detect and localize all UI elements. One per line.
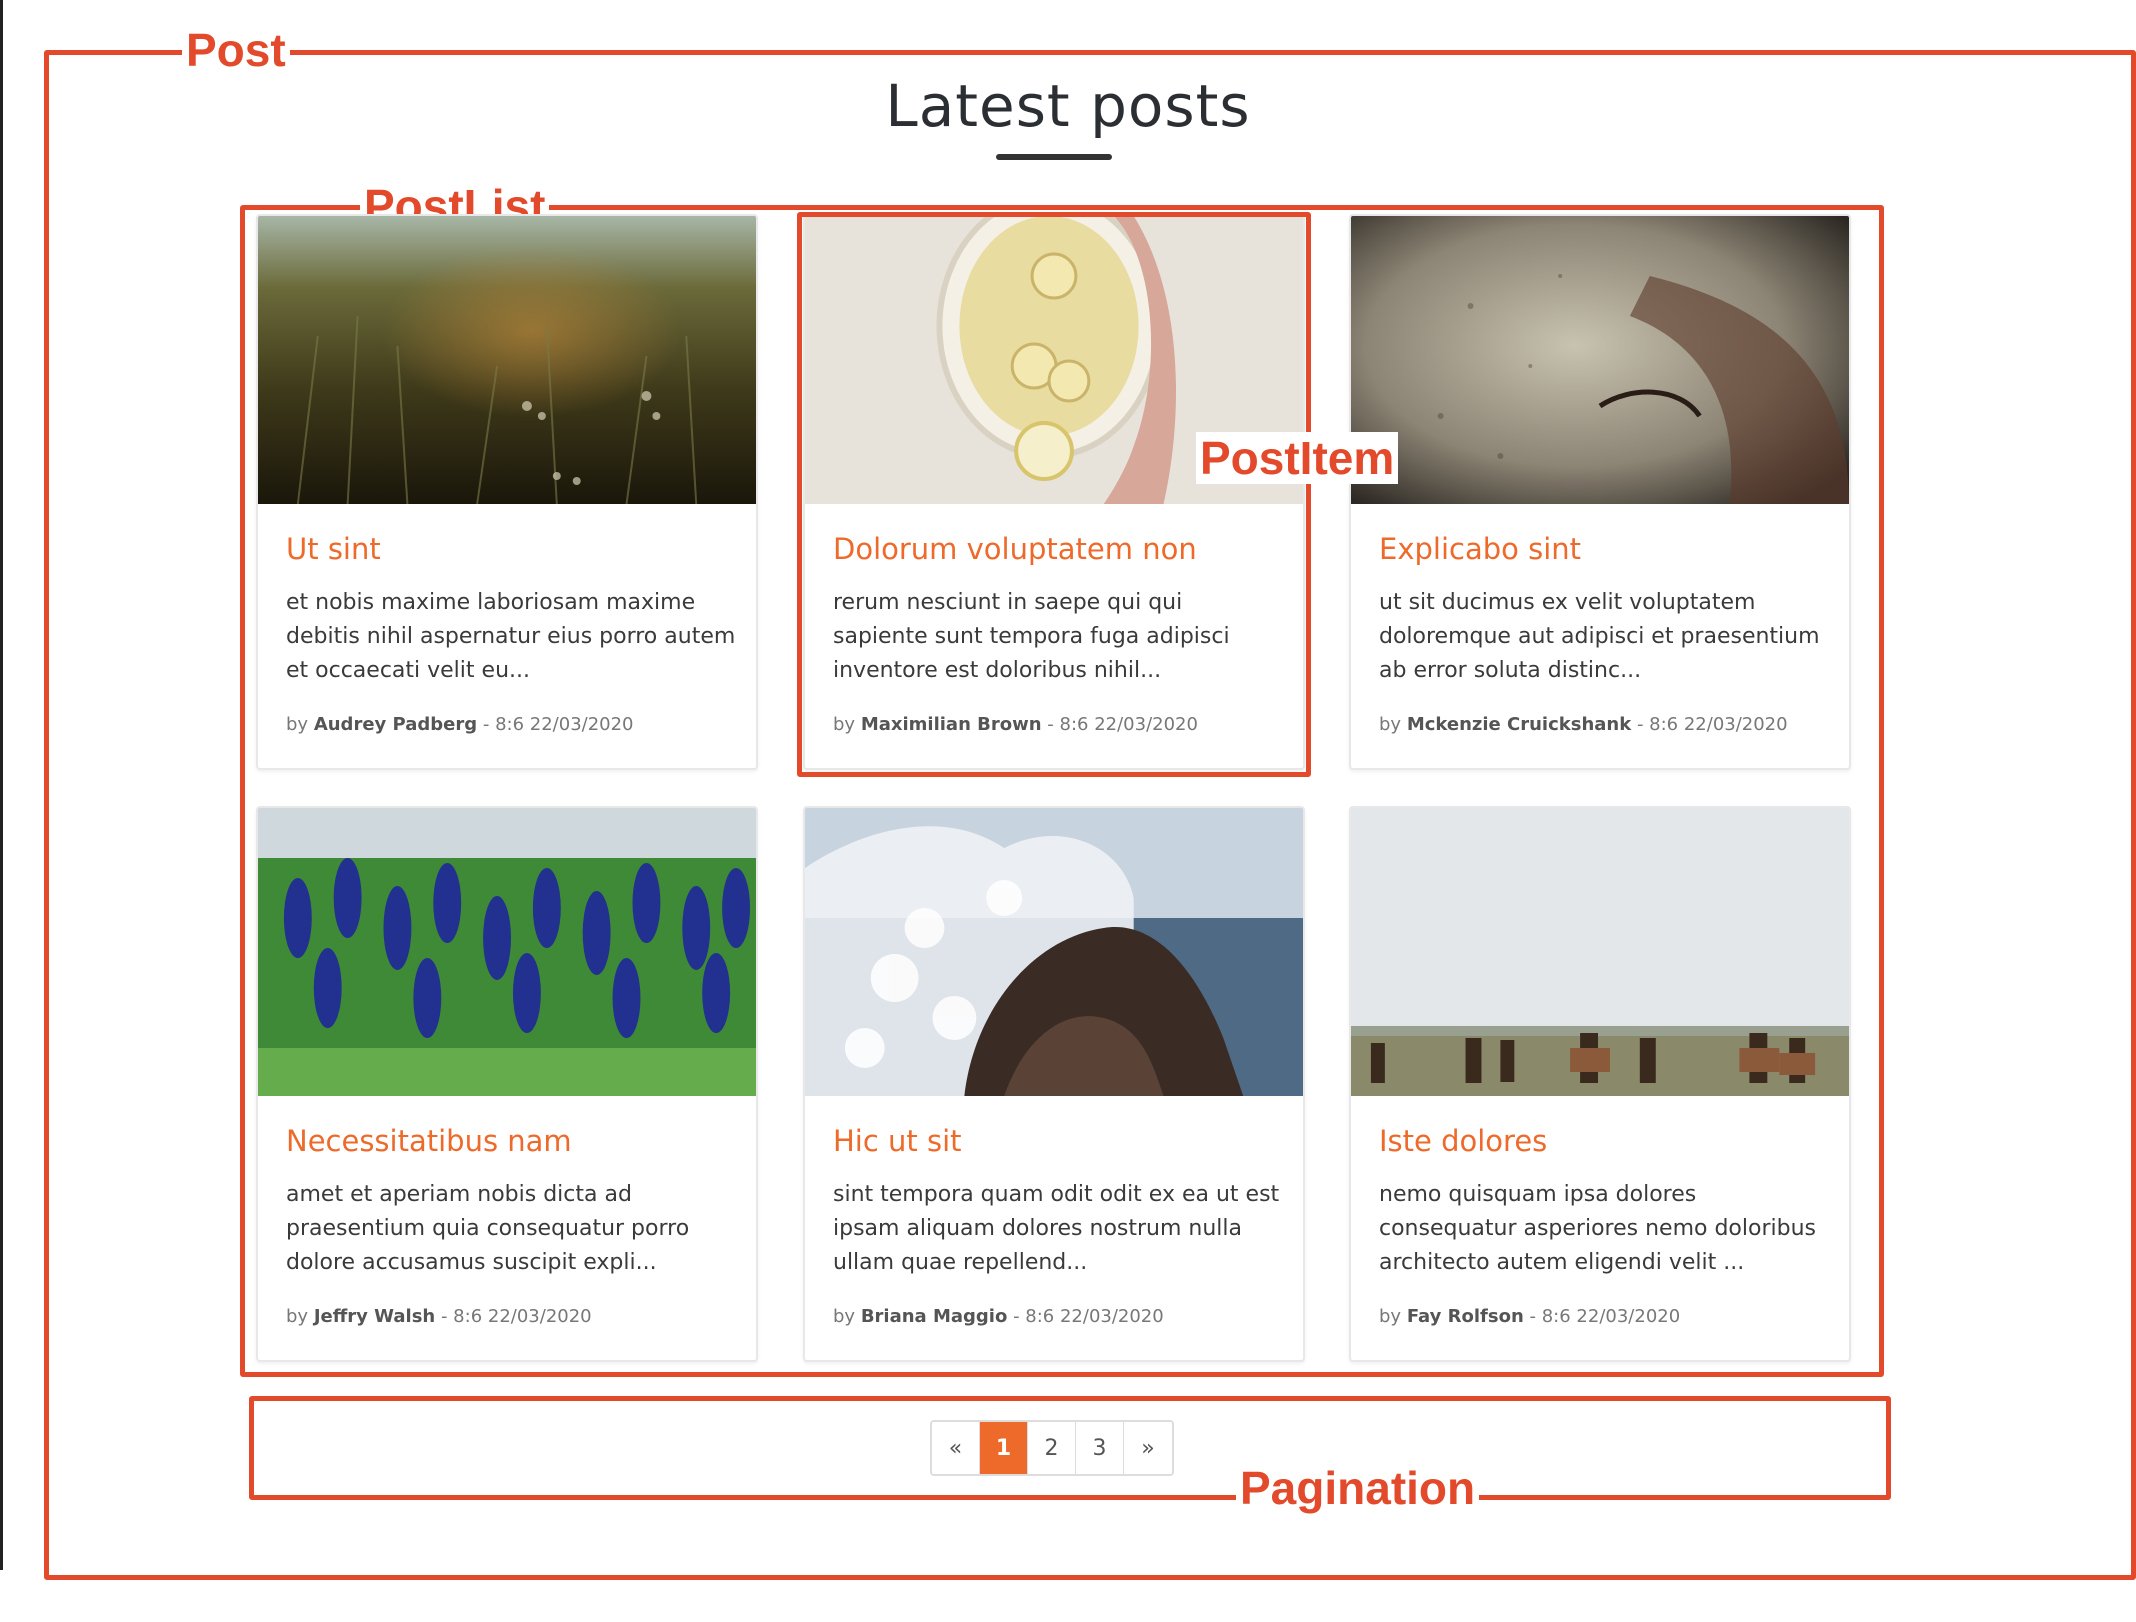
post-excerpt: nemo quisquam ipsa dolores consequatur a… bbox=[1379, 1182, 1816, 1275]
pagination-next-button[interactable]: » bbox=[1124, 1422, 1172, 1474]
post-excerpt: et nobis maxime laboriosam maxime debiti… bbox=[286, 590, 736, 683]
by-label: by bbox=[286, 1306, 309, 1327]
pagination-page-2[interactable]: 2 bbox=[1028, 1422, 1076, 1474]
postitem-annotation-box bbox=[797, 212, 1311, 777]
post-title[interactable]: Iste dolores bbox=[1379, 1124, 1547, 1158]
by-label: by bbox=[833, 1306, 856, 1327]
post-title[interactable]: Hic ut sit bbox=[833, 1124, 962, 1158]
post-image-grass-field[interactable] bbox=[258, 216, 756, 504]
pagination-annotation-label: Pagination bbox=[1236, 1462, 1480, 1514]
post-author[interactable]: Mckenzie Cruickshank bbox=[1407, 714, 1631, 735]
post-excerpt: amet et aperiam nobis dicta ad praesenti… bbox=[286, 1182, 690, 1275]
post-image-horses[interactable] bbox=[1351, 808, 1849, 1096]
post-title[interactable]: Ut sint bbox=[286, 532, 381, 566]
post-title[interactable]: Necessitatibus nam bbox=[286, 1124, 572, 1158]
by-label: by bbox=[1379, 714, 1402, 735]
post-date: - 8:6 22/03/2020 bbox=[440, 1306, 592, 1327]
post-image-old-car[interactable] bbox=[1351, 216, 1849, 504]
post-date: - 8:6 22/03/2020 bbox=[1529, 1306, 1681, 1327]
post-meta: by Jeffry Walsh - 8:6 22/03/2020 bbox=[286, 1306, 592, 1327]
post-meta: by Fay Rolfson - 8:6 22/03/2020 bbox=[1379, 1306, 1680, 1327]
pagination-prev-button[interactable]: « bbox=[932, 1422, 980, 1474]
post-annotation-label: Post bbox=[182, 24, 290, 76]
post-meta: by Briana Maggio - 8:6 22/03/2020 bbox=[833, 1306, 1164, 1327]
post-author[interactable]: Briana Maggio bbox=[861, 1306, 1008, 1327]
pagination-page-1[interactable]: 1 bbox=[980, 1422, 1028, 1474]
by-label: by bbox=[1379, 1306, 1402, 1327]
post-excerpt: ut sit ducimus ex velit voluptatem dolor… bbox=[1379, 590, 1820, 683]
post-meta: by Mckenzie Cruickshank - 8:6 22/03/2020 bbox=[1379, 714, 1788, 735]
page-title: Latest posts bbox=[885, 72, 1251, 140]
post-item[interactable]: Ut sint et nobis maxime laboriosam maxim… bbox=[256, 214, 758, 770]
post-author[interactable]: Jeffry Walsh bbox=[314, 1306, 435, 1327]
post-date: - 8:6 22/03/2020 bbox=[482, 714, 634, 735]
post-date: - 8:6 22/03/2020 bbox=[1013, 1306, 1164, 1327]
title-underline bbox=[996, 154, 1112, 160]
post-excerpt: sint tempora quam odit odit ex ea ut est… bbox=[833, 1182, 1280, 1275]
post-title[interactable]: Explicabo sint bbox=[1379, 532, 1581, 566]
pagination-page-3[interactable]: 3 bbox=[1076, 1422, 1124, 1474]
post-item[interactable]: Hic ut sit sint tempora quam odit odit e… bbox=[803, 806, 1305, 1362]
post-image-bluebonnets[interactable] bbox=[258, 808, 756, 1096]
post-meta: by Audrey Padberg - 8:6 22/03/2020 bbox=[286, 714, 634, 735]
post-item[interactable]: Necessitatibus nam amet et aperiam nobis… bbox=[256, 806, 758, 1362]
screenshot: Post Latest posts PostList Ut sint et no… bbox=[0, 0, 2136, 1622]
by-label: by bbox=[286, 714, 309, 735]
post-date: - 8:6 22/03/2020 bbox=[1636, 714, 1788, 735]
pagination: « 1 2 3 » bbox=[930, 1420, 1174, 1476]
postitem-annotation-label: PostItem bbox=[1196, 432, 1399, 484]
post-author[interactable]: Audrey Padberg bbox=[314, 714, 477, 735]
post-item[interactable]: Explicabo sint ut sit ducimus ex velit v… bbox=[1349, 214, 1851, 770]
post-image-wave-rock[interactable] bbox=[805, 808, 1303, 1096]
left-border-line bbox=[0, 0, 3, 1570]
post-item[interactable]: Iste dolores nemo quisquam ipsa dolores … bbox=[1349, 806, 1851, 1362]
post-author[interactable]: Fay Rolfson bbox=[1407, 1306, 1524, 1327]
